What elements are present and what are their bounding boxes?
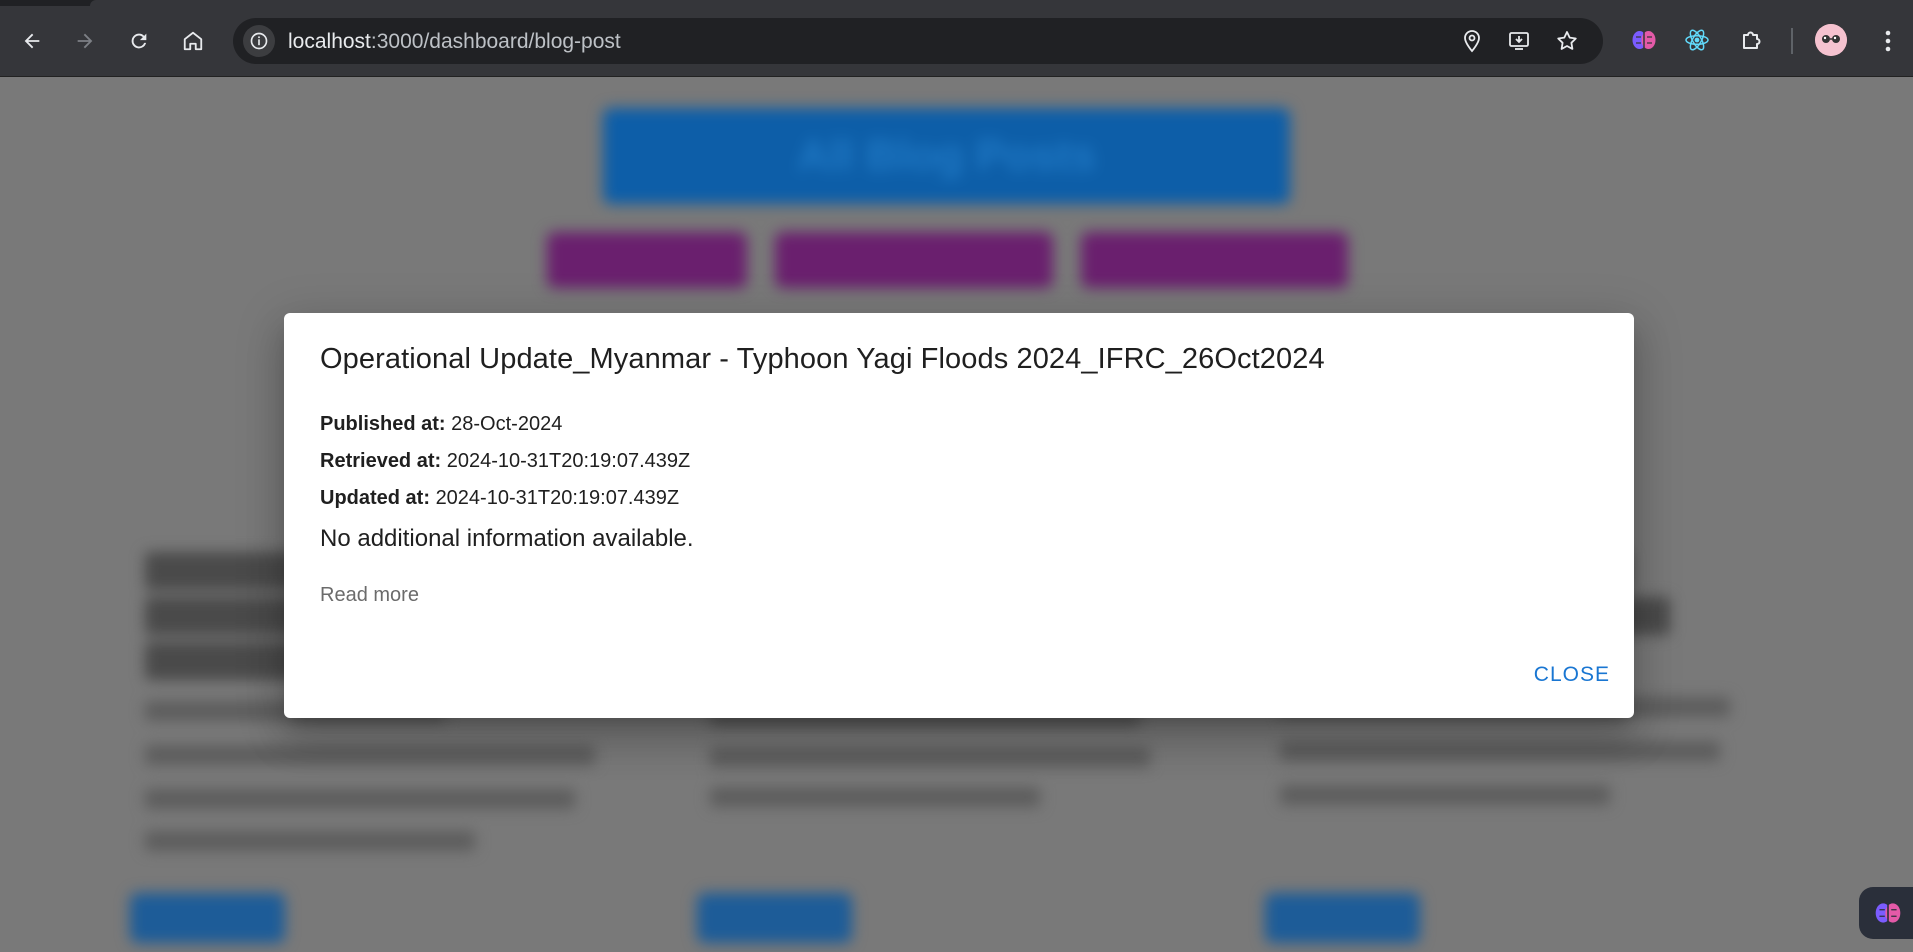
home-button[interactable]	[174, 22, 212, 60]
updated-value: 2024-10-31T20:19:07.439Z	[435, 487, 680, 509]
bg-card-text	[1280, 741, 1720, 761]
arrow-right-icon	[77, 33, 93, 49]
url-path: :3000/dashboard/blog-post	[370, 30, 621, 53]
forward-button[interactable]	[66, 22, 104, 60]
address-bar[interactable]: localhost:3000/dashboard/blog-post	[233, 18, 1603, 64]
location-pin-icon[interactable]	[1460, 29, 1484, 53]
install-app-icon[interactable]	[1507, 29, 1531, 53]
page-header-banner: All Blog Posts	[603, 108, 1290, 204]
reload-icon	[131, 33, 147, 49]
bg-card-button	[1265, 893, 1420, 943]
profile-avatar[interactable]	[1815, 24, 1847, 56]
bg-card-text	[710, 747, 1150, 767]
close-button[interactable]: CLOSE	[1534, 663, 1610, 687]
back-button[interactable]	[13, 22, 51, 60]
published-label: Published at:	[320, 413, 446, 435]
url-text[interactable]: localhost:3000/dashboard/blog-post	[288, 30, 621, 54]
arrow-left-icon	[24, 33, 40, 49]
bg-card-text	[145, 745, 595, 765]
retrieved-value: 2024-10-31T20:19:07.439Z	[446, 450, 691, 472]
retrieved-row: Retrieved at: 2024-10-31T20:19:07.439Z	[320, 450, 690, 473]
page-header-title: All Blog Posts	[797, 131, 1096, 180]
bg-filter-button-3	[1081, 232, 1348, 288]
read-more-link[interactable]: Read more	[320, 584, 419, 607]
blog-post-dialog: Operational Update_Myanmar - Typhoon Yag…	[284, 313, 1634, 718]
published-value: 28-Oct-2024	[451, 413, 563, 435]
bg-card-text	[145, 789, 575, 809]
reload-button[interactable]	[120, 22, 158, 60]
updated-label: Updated at:	[320, 487, 430, 509]
brain-icon[interactable]	[1630, 26, 1658, 54]
react-icon[interactable]	[1683, 26, 1711, 54]
toolbar-divider	[1791, 28, 1793, 54]
published-row: Published at: 28-Oct-2024	[320, 413, 562, 436]
puzzle-icon[interactable]	[1738, 26, 1766, 54]
bg-card-button	[130, 893, 285, 943]
updated-row: Updated at: 2024-10-31T20:19:07.439Z	[320, 487, 679, 510]
info-icon	[250, 32, 268, 50]
bg-card-text	[710, 787, 1040, 807]
bg-card-text	[1280, 785, 1610, 805]
bg-card-button	[697, 893, 852, 943]
brain-icon	[1875, 903, 1901, 923]
url-host: localhost	[288, 30, 371, 53]
home-icon	[183, 31, 203, 51]
site-info-button[interactable]	[243, 25, 275, 57]
bg-filter-button-2	[775, 232, 1053, 288]
bg-card-text	[145, 831, 475, 851]
retrieved-label: Retrieved at:	[320, 450, 442, 472]
floating-assistant-button[interactable]	[1859, 887, 1913, 939]
kebab-menu-icon[interactable]	[1876, 26, 1900, 56]
dialog-title: Operational Update_Myanmar - Typhoon Yag…	[320, 343, 1325, 375]
star-icon[interactable]	[1555, 29, 1579, 53]
avatar-glasses-icon	[1815, 24, 1847, 56]
browser-toolbar: localhost:3000/dashboard/blog-post	[0, 0, 1913, 77]
bg-filter-button-1	[547, 232, 747, 288]
tab-strip	[0, 0, 1913, 6]
dialog-description: No additional information available.	[320, 525, 694, 552]
